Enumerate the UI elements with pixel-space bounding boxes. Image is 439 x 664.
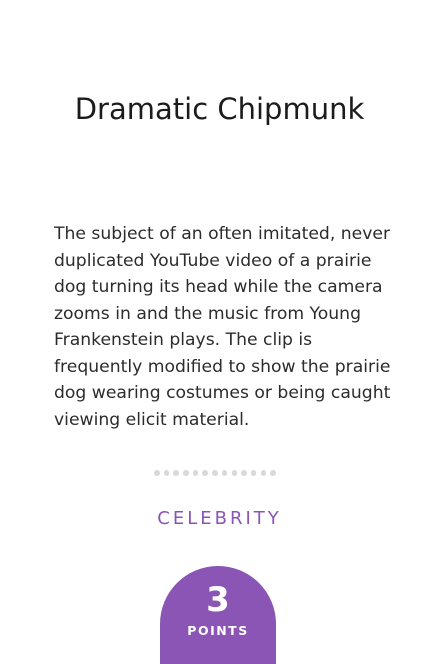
points-label: POINTS bbox=[187, 623, 249, 638]
divider-dot bbox=[212, 470, 218, 476]
divider-dot bbox=[221, 470, 228, 476]
points-value: 3 bbox=[206, 580, 230, 620]
divider-dot bbox=[183, 470, 189, 476]
divider-dot bbox=[270, 470, 276, 476]
divider-dot bbox=[231, 470, 238, 476]
dotted-divider bbox=[154, 470, 276, 476]
divider-dot bbox=[202, 470, 209, 476]
divider-dot bbox=[192, 470, 199, 476]
points-badge: 3 POINTS bbox=[160, 566, 276, 664]
divider-dot bbox=[241, 470, 247, 476]
card-description: The subject of an often imitated, never … bbox=[54, 224, 391, 430]
divider-dot bbox=[163, 470, 170, 476]
divider-dot bbox=[260, 470, 267, 476]
category-label: CELEBRITY bbox=[157, 508, 282, 529]
divider-dot bbox=[250, 470, 257, 476]
game-card: Dramatic Chipmunk The subject of an ofte… bbox=[0, 0, 439, 664]
divider-dot bbox=[154, 470, 160, 476]
divider-dot bbox=[173, 470, 179, 476]
card-title: Dramatic Chipmunk bbox=[74, 92, 365, 126]
